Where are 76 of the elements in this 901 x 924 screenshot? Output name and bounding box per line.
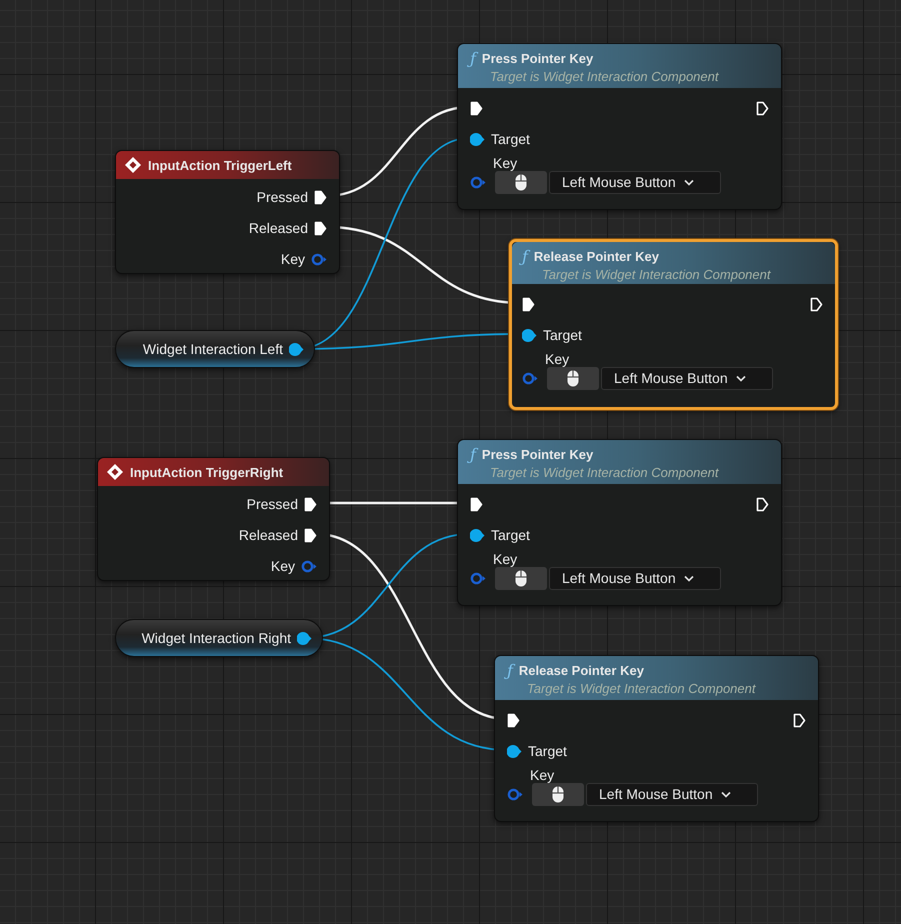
function-node[interactable]: ƒ Release Pointer Key Target is Widget Interaction Component Target Key Left Mouse Button	[509, 239, 838, 410]
key-picker-button[interactable]	[532, 782, 584, 806]
key-picker-button[interactable]	[547, 366, 599, 390]
pin-label: Key	[280, 251, 305, 267]
variable-node[interactable]: Widget Interaction Left	[115, 330, 315, 368]
pin-label: Target	[528, 743, 567, 759]
mouse-icon	[552, 786, 564, 802]
hollow-exec-pin-icon[interactable]	[793, 712, 806, 728]
hollow-struct-pin-icon[interactable]	[507, 788, 523, 800]
pin-label: Target	[543, 327, 582, 343]
variable-label: Widget Interaction Left	[142, 341, 283, 357]
mouse-icon	[515, 174, 527, 190]
exec-pin-icon[interactable]	[470, 496, 483, 512]
diamond-icon	[106, 463, 124, 481]
object-pin-icon[interactable]	[470, 132, 485, 146]
object-pin-icon[interactable]	[289, 342, 304, 356]
chevron-down-icon	[736, 374, 746, 382]
function-node[interactable]: ƒ Release Pointer Key Target is Widget Interaction Component Target Key Left Mouse Button	[494, 655, 819, 822]
pin-label: Key	[493, 156, 518, 170]
exec-pin-icon[interactable]	[470, 100, 483, 116]
variable-label: Widget Interaction Right	[142, 630, 291, 646]
object-pin-icon[interactable]	[507, 744, 522, 758]
node-title: InputAction TriggerLeft	[148, 158, 292, 172]
node-subtitle: Target is Widget Interaction Component	[526, 680, 757, 698]
node-title: Press Pointer Key	[482, 50, 594, 66]
exec-pin-icon[interactable]	[314, 190, 327, 204]
node-title: Release Pointer Key	[518, 662, 644, 678]
key-picker-button[interactable]	[495, 566, 547, 590]
node-title: Press Pointer Key	[482, 446, 594, 462]
pin-label: Target	[491, 131, 530, 147]
variable-node[interactable]: Widget Interaction Right	[115, 619, 323, 657]
hollow-struct-pin-icon[interactable]	[311, 252, 327, 266]
key-picker-button[interactable]	[495, 170, 547, 194]
event-node[interactable]: InputAction TriggerRight Pressed Released Key	[97, 457, 330, 581]
hollow-struct-pin-icon[interactable]	[522, 372, 538, 384]
chevron-down-icon	[720, 790, 731, 798]
node-title: InputAction TriggerRight	[130, 464, 284, 480]
hollow-exec-pin-icon[interactable]	[756, 496, 769, 512]
exec-pin-icon[interactable]	[507, 712, 520, 728]
hollow-struct-pin-icon[interactable]	[470, 176, 486, 188]
hollow-exec-pin-icon[interactable]	[810, 296, 823, 312]
exec-pin-icon[interactable]	[304, 496, 317, 512]
pin-label: Released	[238, 527, 298, 543]
hollow-struct-pin-icon[interactable]	[470, 572, 486, 584]
key-dropdown[interactable]: Left Mouse Button	[601, 366, 773, 390]
node-subtitle: Target is Widget Interaction Component	[489, 68, 720, 86]
key-dropdown[interactable]: Left Mouse Button	[549, 170, 721, 194]
key-dropdown[interactable]: Left Mouse Button	[586, 782, 758, 806]
event-node[interactable]: InputAction TriggerLeft Pressed Released Key	[115, 150, 340, 274]
pin-label: Released	[248, 220, 308, 236]
pin-label: Key	[493, 552, 518, 566]
object-pin-icon[interactable]	[522, 328, 537, 342]
mouse-icon	[567, 370, 579, 386]
exec-pin-icon[interactable]	[314, 220, 327, 236]
chevron-down-icon	[684, 178, 694, 186]
pin-label: Key	[545, 352, 570, 366]
hollow-exec-pin-icon[interactable]	[756, 100, 769, 116]
key-dropdown[interactable]: Left Mouse Button	[549, 566, 721, 590]
exec-pin-icon[interactable]	[304, 528, 317, 542]
exec-pin-icon[interactable]	[522, 296, 535, 312]
object-pin-icon[interactable]	[470, 528, 485, 542]
function-node[interactable]: ƒ Press Pointer Key Target is Widget Interaction Component Target Key Left Mouse Button	[457, 439, 782, 606]
hollow-struct-pin-icon[interactable]	[301, 560, 317, 572]
node-title: Release Pointer Key	[534, 248, 659, 264]
pin-label: Target	[491, 527, 530, 543]
node-subtitle: Target is Widget Interaction Component	[541, 266, 772, 284]
diamond-icon	[124, 156, 142, 174]
mouse-icon	[515, 570, 527, 586]
pin-label: Pressed	[256, 189, 308, 205]
pin-label: Key	[530, 768, 554, 782]
chevron-down-icon	[684, 574, 694, 582]
pin-label: Key	[270, 558, 295, 574]
object-pin-icon[interactable]	[297, 632, 312, 644]
pin-label: Pressed	[246, 496, 298, 512]
function-node[interactable]: ƒ Press Pointer Key Target is Widget Interaction Component Target Key Left Mouse Button	[457, 43, 782, 210]
node-subtitle: Target is Widget Interaction Component	[489, 464, 720, 482]
